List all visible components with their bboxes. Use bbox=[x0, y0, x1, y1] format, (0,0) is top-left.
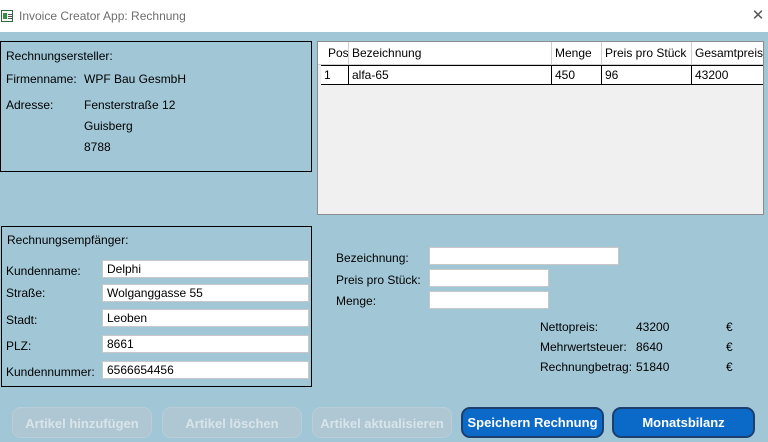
cell-bezeichnung[interactable]: alfa-65 bbox=[349, 66, 552, 84]
city-input[interactable]: Leoben bbox=[102, 309, 309, 327]
grid-header: Pos Bezeichnung Menge Preis pro Stück Ge… bbox=[318, 42, 763, 65]
cell-menge[interactable]: 450 bbox=[552, 66, 602, 84]
total-currency: € bbox=[726, 360, 733, 374]
creator-heading: Rechnungsersteller: bbox=[6, 49, 113, 63]
update-item-button[interactable]: Artikel aktualisieren bbox=[312, 407, 452, 438]
column-header-menge[interactable]: Menge bbox=[552, 42, 602, 65]
zip-label: PLZ: bbox=[6, 339, 32, 353]
customer-name-input[interactable]: Delphi bbox=[102, 260, 309, 278]
recipient-panel: Rechnungsempfänger: Kundenname: Delphi S… bbox=[1, 226, 312, 387]
zip-input[interactable]: 8661 bbox=[102, 335, 309, 353]
net-price-label: Nettopreis: bbox=[540, 320, 599, 334]
description-label: Bezeichnung: bbox=[336, 251, 409, 265]
column-header-pos[interactable]: Pos bbox=[325, 42, 349, 65]
cell-preis[interactable]: 96 bbox=[602, 66, 692, 84]
net-price-value: 43200 bbox=[636, 320, 670, 334]
quantity-input[interactable] bbox=[429, 291, 549, 309]
add-item-button[interactable]: Artikel hinzufügen bbox=[12, 407, 152, 438]
customer-name-label: Kundenname: bbox=[6, 264, 81, 278]
customer-number-input[interactable]: 6566654456 bbox=[102, 361, 309, 379]
quantity-label: Menge: bbox=[336, 294, 377, 308]
delete-item-button[interactable]: Artikel löschen bbox=[162, 407, 302, 438]
title-bar: Invoice Creator App: Rechnung ✕ bbox=[0, 0, 768, 32]
street-label: Straße: bbox=[6, 286, 46, 300]
customer-number-label: Kundennummer: bbox=[6, 365, 95, 379]
recipient-heading: Rechnungsempfänger: bbox=[7, 233, 129, 247]
save-invoice-button[interactable]: Speichern Rechnung bbox=[461, 407, 604, 438]
vat-currency: € bbox=[726, 340, 733, 354]
city-label: Stadt: bbox=[6, 313, 38, 327]
address-zip: 8788 bbox=[84, 140, 111, 154]
unit-price-label: Preis pro Stück: bbox=[336, 273, 421, 287]
total-value: 51840 bbox=[636, 360, 670, 374]
column-header-bezeichnung[interactable]: Bezeichnung bbox=[349, 42, 552, 65]
creator-panel: Rechnungsersteller: Firmenname: WPF Bau … bbox=[0, 41, 312, 172]
table-row[interactable]: 1 alfa-65 450 96 43200 bbox=[321, 65, 763, 85]
cell-gesamtpreis[interactable]: 43200 bbox=[692, 66, 763, 84]
total-label: Rechnungbetrag: bbox=[540, 360, 633, 374]
items-grid[interactable]: Pos Bezeichnung Menge Preis pro Stück Ge… bbox=[317, 41, 764, 215]
address-label: Adresse: bbox=[6, 98, 54, 112]
vat-value: 8640 bbox=[636, 340, 663, 354]
window-title: Invoice Creator App: Rechnung bbox=[19, 9, 186, 23]
app-icon bbox=[1, 10, 13, 22]
monthly-balance-button[interactable]: Monatsbilanz bbox=[612, 407, 755, 438]
cell-pos[interactable]: 1 bbox=[321, 66, 349, 84]
column-header-preis[interactable]: Preis pro Stück bbox=[602, 42, 692, 65]
unit-price-input[interactable] bbox=[429, 269, 549, 287]
street-input[interactable]: Wolganggasse 55 bbox=[102, 284, 309, 302]
address-street: Fensterstraße 12 bbox=[84, 98, 176, 112]
company-label: Firmenname: bbox=[6, 72, 77, 86]
close-icon[interactable]: ✕ bbox=[748, 6, 768, 26]
description-input[interactable] bbox=[429, 247, 619, 265]
company-value: WPF Bau GesmbH bbox=[84, 72, 187, 86]
address-city: Guisberg bbox=[84, 119, 133, 133]
column-header-gesamtpreis[interactable]: Gesamtpreis bbox=[692, 42, 763, 65]
vat-label: Mehrwertsteuer: bbox=[540, 340, 627, 354]
net-price-currency: € bbox=[726, 320, 733, 334]
